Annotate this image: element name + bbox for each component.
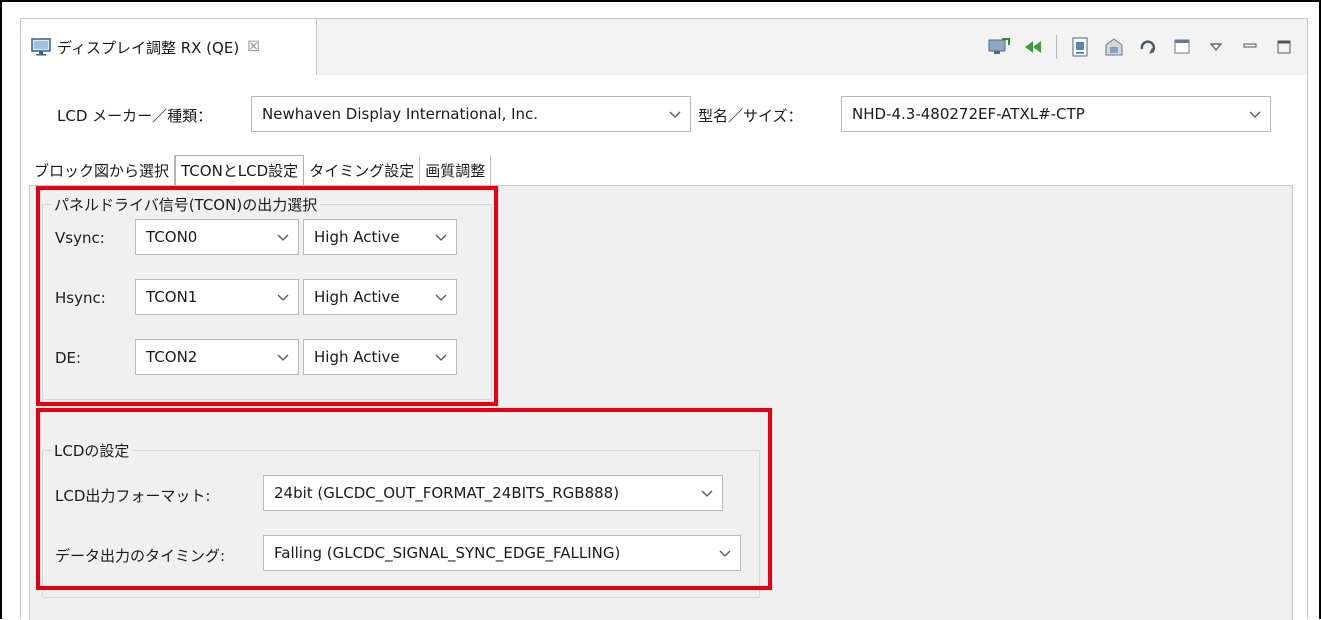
rewind-icon[interactable]	[1022, 36, 1044, 58]
model-value: NHD-4.3-480272EF-ATXL#-CTP	[852, 105, 1085, 123]
view-menu-icon[interactable]	[1205, 36, 1227, 58]
tcon-highlight-box	[36, 186, 498, 406]
settings-tabs: ブロック図から選択 TCONとLCD設定 タイミング設定 画質調整	[29, 155, 492, 185]
import-monitor-icon[interactable]	[988, 36, 1010, 58]
refresh-icon[interactable]	[1137, 36, 1159, 58]
tab-tcon-lcd[interactable]: TCONとLCD設定	[175, 155, 305, 185]
close-icon[interactable]: ☒	[247, 39, 260, 55]
model-combo[interactable]: NHD-4.3-480272EF-ATXL#-CTP	[841, 96, 1271, 132]
chevron-down-icon	[669, 111, 681, 118]
tab-label: ブロック図から選択	[34, 161, 170, 180]
model-label: 型名／サイズ：	[698, 107, 803, 125]
view-header: ディスプレイ調整 RX (QE) ☒	[21, 19, 1307, 75]
tab-image-quality[interactable]: 画質調整	[420, 155, 492, 185]
tab-timing[interactable]: タイミング設定	[304, 155, 421, 185]
maximize-icon[interactable]	[1273, 36, 1295, 58]
export-icon[interactable]	[1103, 36, 1125, 58]
lcd-highlight-box	[36, 408, 772, 590]
view-toolbar	[988, 19, 1295, 75]
toolbar-separator	[1056, 35, 1057, 59]
view-title: ディスプレイ調整 RX (QE)	[57, 38, 240, 57]
minimize-icon[interactable]	[1239, 36, 1261, 58]
monitor-icon	[31, 38, 51, 56]
lcd-maker-value: Newhaven Display International, Inc.	[262, 105, 539, 123]
window-icon[interactable]	[1171, 36, 1193, 58]
tab-label: タイミング設定	[309, 161, 415, 180]
lcd-maker-label: LCD メーカー／種類：	[57, 107, 213, 125]
view-tab[interactable]: ディスプレイ調整 RX (QE) ☒	[21, 19, 317, 75]
tab-block-diagram[interactable]: ブロック図から選択	[29, 155, 176, 185]
tab-label: 画質調整	[425, 161, 486, 180]
chevron-down-icon	[1249, 111, 1261, 118]
lcd-maker-combo[interactable]: Newhaven Display International, Inc.	[251, 96, 691, 132]
tab-label: TCONとLCD設定	[181, 162, 299, 180]
document-icon[interactable]	[1069, 36, 1091, 58]
